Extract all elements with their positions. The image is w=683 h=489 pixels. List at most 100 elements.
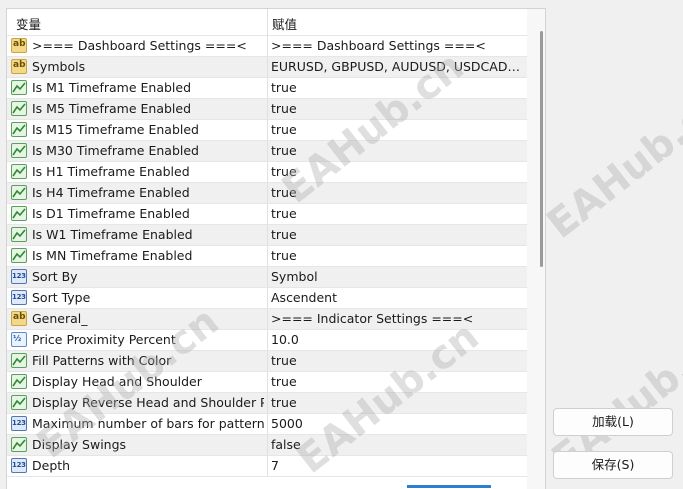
variable-name: Is MN Timeframe Enabled [32, 248, 193, 263]
column-divider [267, 330, 268, 350]
table-row[interactable]: 123 Sort By Symbol [7, 267, 527, 288]
table-row[interactable]: ab Symbols EURUSD, GBPUSD, AUDUSD, USDCAD,… [7, 57, 527, 78]
variable-name: Maximum number of bars for pattern [32, 416, 264, 431]
table-row[interactable]: ab General_ >=== Indicator Settings ===< [7, 309, 527, 330]
table-row[interactable]: 123 Maximum number of bars for pattern 500… [7, 414, 527, 435]
table-row[interactable]: ½ Price Proximity Percent 10.0 [7, 330, 527, 351]
table-row[interactable]: Display Head and Shoulder true [7, 372, 527, 393]
type-glyph: ½ [13, 334, 22, 343]
integer-type-icon: 123 [11, 416, 27, 431]
column-divider [267, 225, 268, 245]
variable-value[interactable]: >=== Indicator Settings ===< [271, 311, 523, 326]
bool-type-icon [11, 185, 27, 200]
variable-name: Symbols [32, 59, 86, 74]
variable-name: Display Head and Shoulder [32, 374, 202, 389]
variable-name: Sort Type [32, 290, 91, 305]
table-row[interactable]: Is H4 Timeframe Enabled true [7, 183, 527, 204]
variable-value[interactable]: true [271, 185, 523, 200]
type-glyph: ab [13, 39, 26, 49]
variable-value[interactable]: true [271, 122, 523, 137]
save-button[interactable]: 保存(S) [553, 451, 673, 479]
variable-value[interactable]: 10.0 [271, 332, 523, 347]
bool-type-icon [11, 374, 27, 389]
variable-name: Is M30 Timeframe Enabled [32, 143, 199, 158]
column-divider [267, 99, 268, 119]
variable-value[interactable]: true [271, 206, 523, 221]
table-row[interactable]: Is M30 Timeframe Enabled true [7, 141, 527, 162]
table-row[interactable]: Fill Patterns with Color true [7, 351, 527, 372]
variable-value[interactable]: true [271, 143, 523, 158]
variable-value[interactable]: true [271, 101, 523, 116]
grid-header: 变量 赋值 [7, 9, 527, 36]
column-divider [267, 141, 268, 161]
variable-value[interactable]: true [271, 353, 523, 368]
variable-value[interactable]: false [271, 437, 523, 452]
integer-type-icon: 123 [11, 458, 27, 473]
variable-name: Is H1 Timeframe Enabled [32, 164, 190, 179]
table-row[interactable]: Is D1 Timeframe Enabled true [7, 204, 527, 225]
column-divider [267, 288, 268, 308]
table-row[interactable]: Display Reverse Head and Shoulder Patter… [7, 393, 527, 414]
variable-value[interactable]: 5000 [271, 416, 523, 431]
column-divider [267, 162, 268, 182]
variable-name: Display Reverse Head and Shoulder Patter… [32, 395, 264, 410]
column-divider [267, 246, 268, 266]
table-row[interactable]: Is MN Timeframe Enabled true [7, 246, 527, 267]
table-row[interactable]: 123 Depth 7 [7, 456, 527, 477]
column-header-value[interactable]: 赋值 [272, 14, 297, 33]
type-glyph: 123 [12, 272, 26, 280]
double-type-icon: ½ [11, 332, 27, 347]
variable-name: Price Proximity Percent [32, 332, 176, 347]
bool-type-icon [11, 143, 27, 158]
table-row[interactable]: ab >=== Dashboard Settings ===< >=== Dashb… [7, 36, 527, 57]
variable-name: Is M1 Timeframe Enabled [32, 80, 192, 95]
column-divider [267, 414, 268, 434]
column-header-variable[interactable]: 变量 [16, 14, 41, 33]
variable-value[interactable]: true [271, 227, 523, 242]
integer-type-icon: 123 [11, 290, 27, 305]
variable-value[interactable]: true [271, 164, 523, 179]
variable-value[interactable]: true [271, 374, 523, 389]
column-divider [267, 372, 268, 392]
variable-value[interactable]: EURUSD, GBPUSD, AUDUSD, USDCAD, USDCHF [271, 59, 523, 74]
bool-type-icon [11, 227, 27, 242]
bool-type-icon [11, 164, 27, 179]
bool-type-icon [11, 206, 27, 221]
column-divider [267, 204, 268, 224]
scrollbar-thumb[interactable] [540, 31, 543, 267]
variable-value[interactable]: >=== Dashboard Settings ===< [271, 38, 523, 53]
column-divider [267, 435, 268, 455]
table-row[interactable]: Is W1 Timeframe Enabled true [7, 225, 527, 246]
string-type-icon: ab [11, 311, 27, 326]
variable-name: Fill Patterns with Color [32, 353, 172, 368]
variable-name: Is M5 Timeframe Enabled [32, 101, 192, 116]
table-row[interactable]: 123 Sort Type Ascendent [7, 288, 527, 309]
integer-type-icon: 123 [11, 269, 27, 284]
table-row[interactable]: Is M1 Timeframe Enabled true [7, 78, 527, 99]
table-row[interactable]: Is M15 Timeframe Enabled true [7, 120, 527, 141]
column-divider [267, 78, 268, 98]
bool-type-icon [11, 122, 27, 137]
bool-type-icon [11, 248, 27, 263]
variable-value[interactable]: Ascendent [271, 290, 523, 305]
bool-type-icon [11, 80, 27, 95]
vertical-scrollbar[interactable] [527, 9, 545, 489]
variable-value[interactable]: 7 [271, 458, 523, 473]
table-row[interactable]: Is M5 Timeframe Enabled true [7, 99, 527, 120]
table-row[interactable]: Is H1 Timeframe Enabled true [7, 162, 527, 183]
variable-value[interactable]: Symbol [271, 269, 523, 284]
string-type-icon: ab [11, 38, 27, 53]
string-type-icon: ab [11, 59, 27, 74]
variable-name: Is M15 Timeframe Enabled [32, 122, 199, 137]
variable-name: General_ [32, 311, 88, 326]
variable-value[interactable]: true [271, 248, 523, 263]
column-divider[interactable] [267, 9, 268, 35]
variable-value[interactable]: true [271, 80, 523, 95]
load-button[interactable]: 加载(L) [553, 408, 673, 436]
variable-name: Display Swings [32, 437, 127, 452]
table-row[interactable]: Display Swings false [7, 435, 527, 456]
variable-name: >=== Dashboard Settings ===< [32, 38, 247, 53]
bool-type-icon [11, 395, 27, 410]
watermark: EAHub.cn [538, 78, 683, 248]
variable-value[interactable]: true [271, 395, 523, 410]
